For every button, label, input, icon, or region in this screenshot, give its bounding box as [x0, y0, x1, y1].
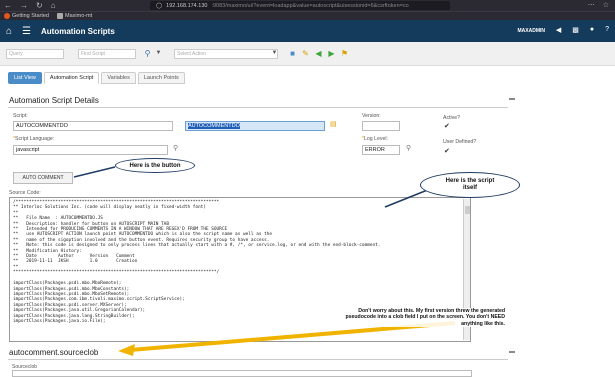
- collapse-icon[interactable]: [509, 351, 515, 353]
- app-header: ⌂ ☰ Automation Scripts MAXADMIN ◀ ▩ ● ?: [0, 20, 615, 42]
- url-path: :9083/maximo/ui/?event=loadapp&value=aut…: [211, 2, 409, 9]
- more-icon[interactable]: ⋯: [588, 1, 595, 9]
- bookmark-star-icon[interactable]: ☆: [603, 1, 609, 9]
- app-title: Automation Scripts: [41, 26, 115, 36]
- tab-launch-points[interactable]: Launch Points: [137, 72, 185, 84]
- search-icon[interactable]: ⚲: [173, 144, 178, 152]
- section-title: Automation Script Details: [9, 96, 99, 105]
- tab-bar: List View Automation Script Variables La…: [8, 72, 185, 84]
- hamburger-menu-icon[interactable]: ☰: [22, 26, 31, 37]
- version-label: Version:: [362, 113, 381, 119]
- active-checkbox[interactable]: ✔: [444, 123, 452, 131]
- collapse-icon[interactable]: [509, 98, 515, 100]
- user-name: MAXADMIN: [517, 28, 546, 34]
- chevron-down-icon[interactable]: ▼: [153, 48, 164, 59]
- search-icon[interactable]: ⚲: [406, 144, 411, 152]
- annotation-note: Don't worry about this. My first version…: [335, 308, 505, 328]
- forward-icon[interactable]: →: [20, 1, 28, 10]
- bookmark-label: Getting Started: [12, 13, 49, 19]
- script-callout: Here is the script itself: [420, 172, 520, 198]
- user-icon[interactable]: ●: [590, 26, 594, 34]
- firefox-icon: [4, 13, 10, 19]
- home-icon[interactable]: ⌂: [51, 1, 56, 10]
- header-icons: ◀ ▩ ● ?: [556, 26, 609, 34]
- user-defined-label: User Defined?: [443, 139, 477, 145]
- shield-icon: ◯: [156, 2, 163, 9]
- sourceclob-field[interactable]: [12, 370, 472, 377]
- browser-nav: ← → ↻ ⌂: [0, 1, 56, 10]
- user-defined-checkbox[interactable]: ✔: [444, 148, 452, 156]
- description-value: AUTOCOMMENTDO: [188, 123, 240, 129]
- url-bar[interactable]: ◯ 192.168.174.130:9083/maximo/ui/?event=…: [150, 1, 450, 10]
- url-host: 192.168.174.130: [166, 2, 208, 9]
- query-select[interactable]: Query: [6, 49, 64, 59]
- bookmark-maximo[interactable]: Maximo‑mt: [57, 13, 92, 19]
- script-language-field[interactable]: javascript: [13, 145, 168, 155]
- toolbar: Query Find Script ⚲ ▼ Select Action ▼ ■ …: [0, 42, 615, 66]
- previous-icon[interactable]: ◀: [313, 48, 324, 59]
- source-code-label: Source Code:: [9, 190, 41, 196]
- back-icon[interactable]: ←: [4, 1, 12, 10]
- description-field[interactable]: AUTOCOMMENTDO: [185, 121, 325, 131]
- save-icon[interactable]: ■: [287, 48, 298, 59]
- version-field[interactable]: [362, 121, 400, 131]
- scrollbar-thumb[interactable]: [465, 206, 470, 214]
- bookmark-label: Maximo‑mt: [65, 13, 93, 19]
- find-script-input[interactable]: Find Script: [78, 49, 136, 59]
- arrow-line: [73, 166, 116, 178]
- reload-icon[interactable]: ↻: [36, 1, 43, 10]
- tab-list-view[interactable]: List View: [8, 72, 42, 84]
- auto-comment-button[interactable]: AUTO COMMENT: [13, 172, 73, 184]
- bookmark-getting-started[interactable]: Getting Started: [4, 13, 49, 19]
- active-label: Active?: [443, 115, 461, 121]
- arrow-head: [118, 344, 135, 356]
- long-description-icon[interactable]: ▤: [330, 120, 337, 128]
- tab-automation-script[interactable]: Automation Script: [43, 72, 100, 84]
- script-language-label: *Script Language:: [13, 136, 54, 142]
- home-icon[interactable]: ⌂: [6, 26, 12, 37]
- folder-icon: [57, 13, 63, 19]
- subsection-title: autocomment.sourceclob: [9, 348, 99, 357]
- bulletin-icon[interactable]: ◀: [556, 26, 561, 34]
- edit-icon[interactable]: ✎: [300, 48, 311, 59]
- log-level-label: *Log Level:: [362, 136, 388, 142]
- log-level-field[interactable]: ERROR: [362, 145, 400, 155]
- chevron-down-icon[interactable]: ▼: [269, 48, 280, 59]
- log-level-label-text: Log Level:: [364, 136, 388, 142]
- script-field[interactable]: AUTOCOMMENTDO: [13, 121, 173, 131]
- help-icon[interactable]: ?: [605, 26, 609, 34]
- divider: [8, 107, 508, 108]
- script-language-label-text: Script Language:: [15, 136, 55, 142]
- bookmarks-bar: Getting Started Maximo‑mt: [0, 11, 615, 20]
- select-action-dropdown[interactable]: Select Action: [174, 49, 278, 59]
- divider: [8, 359, 508, 360]
- tab-variables[interactable]: Variables: [101, 72, 136, 84]
- search-icon[interactable]: ⚲: [142, 48, 153, 59]
- browser-toolbar: ← → ↻ ⌂ ◯ 192.168.174.130:9083/maximo/ui…: [0, 0, 615, 11]
- flag-icon[interactable]: ⚑: [339, 48, 350, 59]
- next-icon[interactable]: ▶: [326, 48, 337, 59]
- script-label: Script:: [13, 113, 28, 119]
- browser-actions: ⋯ ☆: [588, 1, 609, 9]
- button-callout: Here is the button: [115, 158, 195, 173]
- chart-icon[interactable]: ▩: [572, 26, 579, 34]
